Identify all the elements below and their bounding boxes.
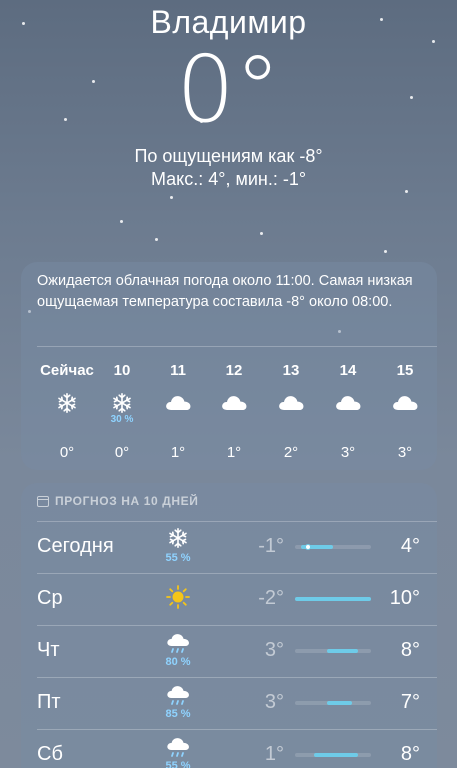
hour-column: 15 3° bbox=[385, 362, 425, 461]
hour-column: Сейчас 0° bbox=[37, 362, 97, 461]
precipitation-probability: 85 % bbox=[165, 708, 191, 720]
row-divider bbox=[37, 677, 437, 678]
hour-label: 13 bbox=[282, 362, 300, 379]
temperature-range-fill bbox=[295, 597, 371, 601]
day-high-temperature: 10° bbox=[389, 587, 420, 609]
day-name: Сб bbox=[37, 743, 63, 765]
day-high-temperature: 8° bbox=[400, 743, 420, 765]
day-row[interactable]: Ср -2° 10° bbox=[21, 573, 437, 625]
rain-cloud-icon bbox=[161, 733, 195, 763]
day-name: Ср bbox=[37, 587, 63, 609]
temperature-range-bar bbox=[295, 753, 371, 757]
day-name: Пт bbox=[37, 691, 61, 713]
hour-temperature: 1° bbox=[226, 444, 242, 461]
hourly-divider bbox=[37, 346, 437, 347]
precipitation-probability: 55 % bbox=[165, 760, 191, 768]
temperature-range-bar bbox=[295, 649, 371, 653]
row-divider bbox=[37, 573, 437, 574]
snowflake-particle bbox=[120, 220, 123, 223]
rain-cloud-icon bbox=[161, 629, 195, 659]
day-high-temperature: 8° bbox=[400, 639, 420, 661]
day-low-temperature: -2° bbox=[258, 587, 284, 609]
temperature-range-fill bbox=[326, 649, 359, 653]
current-temperature: 0° bbox=[176, 36, 281, 143]
hour-temperature: 0° bbox=[114, 444, 130, 461]
day-low-temperature: 3° bbox=[264, 639, 284, 661]
day-name: Чт bbox=[37, 639, 60, 661]
hourly-forecast-card[interactable]: Ожидается облачная погода около 11:00. С… bbox=[21, 262, 437, 470]
hour-label: 10 bbox=[113, 362, 131, 379]
rain-cloud-icon bbox=[161, 681, 195, 711]
row-divider bbox=[37, 729, 437, 730]
cloud-icon bbox=[328, 382, 368, 426]
day-name: Сегодня bbox=[37, 535, 114, 557]
precipitation-probability: 80 % bbox=[165, 656, 191, 668]
feels-like-text: По ощущениям как -8° bbox=[134, 146, 323, 166]
precipitation-probability: 55 % bbox=[165, 552, 191, 564]
snowflake-icon bbox=[161, 525, 195, 555]
high-low-text: Макс.: 4°, мин.: -1° bbox=[150, 169, 307, 189]
hour-temperature: 2° bbox=[283, 444, 299, 461]
precipitation-probability: 30 % bbox=[110, 414, 134, 425]
snowflake-particle bbox=[405, 190, 408, 193]
hour-column: 14 3° bbox=[328, 362, 368, 461]
day-row[interactable]: Пт 85 % 3° 7° bbox=[21, 677, 437, 729]
day-high-temperature: 7° bbox=[400, 691, 420, 713]
snowflake-particle bbox=[384, 250, 387, 253]
snowflake-icon bbox=[37, 382, 97, 426]
hour-label: 12 bbox=[225, 362, 243, 379]
ten-day-header: ПРОГНОЗ НА 10 ДНЕЙ bbox=[37, 494, 198, 508]
hour-column: 10 30 % 0° bbox=[102, 362, 142, 461]
ten-day-forecast-card[interactable]: ПРОГНОЗ НА 10 ДНЕЙ Сегодня 55 % -1° 4° Ср -2°… bbox=[21, 483, 437, 768]
hour-label: Сейчас bbox=[40, 362, 94, 379]
hour-temperature: 1° bbox=[170, 444, 186, 461]
hour-temperature: 3° bbox=[340, 444, 356, 461]
day-row[interactable]: Чт 80 % 3° 8° bbox=[21, 625, 437, 677]
ten-day-title: ПРОГНОЗ НА 10 ДНЕЙ bbox=[55, 494, 199, 508]
day-low-temperature: -1° bbox=[258, 535, 284, 557]
temperature-range-bar bbox=[295, 701, 371, 705]
hour-temperature: 3° bbox=[397, 444, 413, 461]
day-high-temperature: 4° bbox=[400, 535, 420, 557]
row-divider bbox=[37, 625, 437, 626]
cloud-icon bbox=[158, 382, 198, 426]
hour-column: 12 1° bbox=[214, 362, 254, 461]
cloud-icon bbox=[271, 382, 311, 426]
day-low-temperature: 3° bbox=[264, 691, 284, 713]
snowflake-particle bbox=[260, 232, 263, 235]
hour-temperature: 0° bbox=[59, 444, 75, 461]
hour-column: 13 2° bbox=[271, 362, 311, 461]
hour-label: 15 bbox=[396, 362, 414, 379]
day-row[interactable]: Сб 55 % 1° 8° bbox=[21, 729, 437, 768]
hourly-summary: Ожидается облачная погода около 11:00. С… bbox=[37, 273, 413, 310]
sun-icon bbox=[161, 577, 195, 609]
hour-column: 11 1° bbox=[158, 362, 198, 461]
calendar-icon bbox=[37, 495, 49, 507]
cloud-icon bbox=[385, 382, 425, 426]
day-low-temperature: 1° bbox=[264, 743, 284, 765]
day-row[interactable]: Сегодня 55 % -1° 4° bbox=[21, 521, 437, 573]
temperature-range-fill bbox=[326, 701, 352, 705]
snowflake-particle bbox=[155, 238, 158, 241]
cloud-icon bbox=[214, 382, 254, 426]
temperature-range-bar bbox=[295, 544, 371, 550]
current-temperature-dot bbox=[304, 544, 311, 550]
hour-label: 11 bbox=[170, 362, 186, 379]
temperature-range-fill bbox=[314, 753, 359, 757]
hour-label: 14 bbox=[339, 362, 357, 379]
snowflake-particle bbox=[170, 196, 173, 199]
temperature-range-bar bbox=[295, 597, 371, 601]
